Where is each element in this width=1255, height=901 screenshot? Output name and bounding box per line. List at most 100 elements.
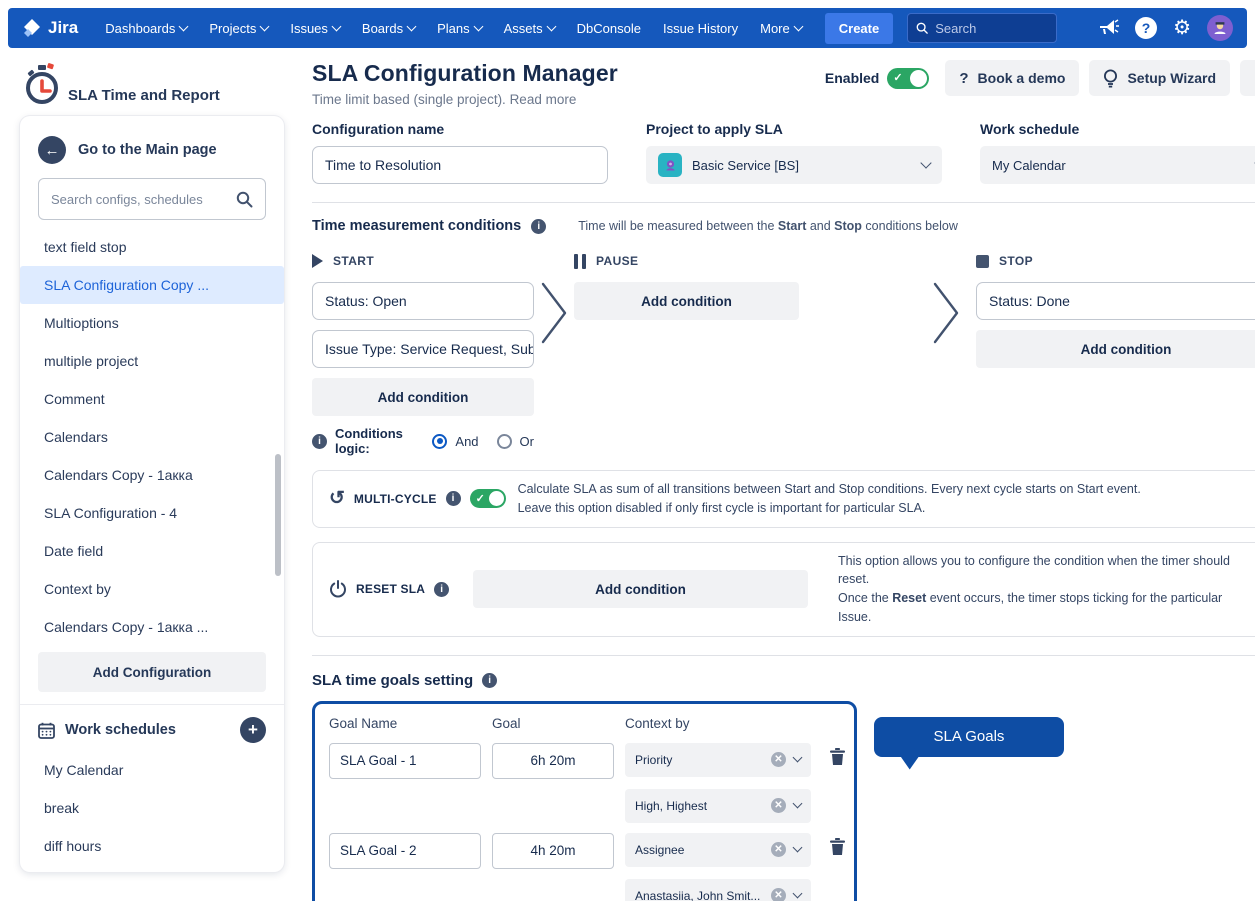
sidebar-scrollbar[interactable] [275, 454, 281, 576]
config-item[interactable]: Context by [20, 570, 284, 608]
context-field-select[interactable]: Priority ✕ [625, 743, 811, 777]
sidebar-search[interactable] [38, 178, 266, 220]
enabled-toggle[interactable]: ✓ [887, 68, 929, 89]
settings-gear-icon[interactable]: ⚙ [1173, 18, 1191, 38]
clear-icon[interactable]: ✕ [771, 798, 786, 813]
app-logo: SLA Time and Report [20, 58, 284, 116]
chevron-down-icon [793, 799, 803, 809]
nav-search-input[interactable] [935, 21, 1048, 36]
chevron-down-icon [920, 157, 931, 168]
nav-projects[interactable]: Projects [200, 15, 277, 42]
sidebar-search-input[interactable] [51, 192, 228, 207]
more-options-button[interactable]: ⋮ [1240, 60, 1255, 96]
delete-goal-button[interactable] [822, 833, 852, 863]
goal-name-input[interactable] [329, 833, 481, 869]
clear-icon[interactable]: ✕ [771, 752, 786, 767]
jira-logo-text: Jira [48, 18, 78, 38]
chevron-down-icon [179, 22, 189, 32]
back-arrow-icon: ← [38, 136, 66, 164]
config-item[interactable]: Date field [20, 532, 284, 570]
project-select[interactable]: Basic Service [BS] [646, 146, 942, 184]
logic-or-radio[interactable] [497, 434, 512, 449]
schedule-item[interactable]: diff hours [20, 827, 284, 865]
nav-dbconsole[interactable]: DbConsole [568, 15, 650, 42]
reset-sla-label: RESET SLA [356, 582, 425, 596]
jira-logo[interactable]: Jira [22, 18, 78, 38]
config-item[interactable]: Calendars Copy - 1акка [20, 456, 284, 494]
pause-add-condition-button[interactable]: Add condition [574, 282, 799, 320]
info-icon[interactable]: i [434, 582, 449, 597]
start-label: START [333, 254, 374, 268]
sla-goals-box: Goal Name Goal Context by Priority ✕ [312, 701, 857, 901]
project-label: Project to apply SLA [646, 121, 942, 137]
book-demo-button[interactable]: ? Book a demo [945, 60, 1079, 96]
config-item[interactable]: Calendars Copy - 1акка ... [20, 608, 284, 646]
start-add-condition-button[interactable]: Add condition [312, 378, 534, 416]
clear-icon[interactable]: ✕ [771, 888, 786, 901]
trash-icon [829, 747, 846, 766]
delete-goal-button[interactable] [822, 743, 852, 773]
reset-add-condition-button[interactable]: Add condition [473, 570, 808, 608]
stop-add-condition-button[interactable]: Add condition [976, 330, 1255, 368]
chevron-down-icon [260, 22, 270, 32]
nav-more[interactable]: More [751, 15, 811, 42]
nav-issues[interactable]: Issues [281, 15, 349, 42]
setup-wizard-button[interactable]: Setup Wizard [1089, 60, 1230, 96]
config-item[interactable]: Calendars [20, 418, 284, 456]
work-schedule-select[interactable]: My Calendar [980, 146, 1255, 184]
nav-plans[interactable]: Plans [428, 15, 491, 42]
conditions-hint: Time will be measured between the Start … [578, 219, 958, 233]
clear-icon[interactable]: ✕ [771, 842, 786, 857]
nav-dashboards[interactable]: Dashboards [96, 15, 196, 42]
start-condition[interactable]: Status: Open [312, 282, 534, 320]
info-icon[interactable]: i [482, 673, 497, 688]
multi-cycle-toggle[interactable]: ✓ [470, 489, 506, 508]
config-item[interactable]: Multioptions [20, 304, 284, 342]
info-icon[interactable]: i [312, 434, 327, 449]
user-avatar[interactable] [1207, 15, 1233, 41]
create-button[interactable]: Create [825, 13, 893, 44]
config-item[interactable]: Comment [20, 380, 284, 418]
config-item[interactable]: SLA Configuration - 4 [20, 494, 284, 532]
project-avatar [658, 153, 682, 177]
logic-and-radio[interactable] [432, 434, 447, 449]
schedule-item[interactable]: My Calendar [20, 751, 284, 789]
goal-value-input[interactable] [492, 833, 614, 869]
context-column-header: Context by [625, 716, 811, 733]
config-item-selected[interactable]: SLA Configuration Copy ... [20, 266, 284, 304]
context-value-select[interactable]: High, Highest ✕ [625, 789, 811, 823]
nav-issue-history[interactable]: Issue History [654, 15, 747, 42]
context-value-select[interactable]: Anastasiia, John Smit... ✕ [625, 879, 811, 901]
goal-column-header: Goal [492, 716, 614, 733]
multi-cycle-label: MULTI-CYCLE [354, 492, 437, 506]
stop-condition[interactable]: Status: Done [976, 282, 1255, 320]
multi-cycle-card: ↺ MULTI-CYCLE i ✓ Calculate SLA as sum o… [312, 470, 1255, 528]
config-item[interactable]: multiple project [20, 342, 284, 380]
config-list: text field stop SLA Configuration Copy .… [20, 228, 284, 646]
schedule-item[interactable]: break [20, 789, 284, 827]
pause-icon [574, 254, 586, 269]
multi-cycle-description: Calculate SLA as sum of all transitions … [518, 480, 1141, 518]
chevron-down-icon [473, 22, 483, 32]
context-field-select[interactable]: Assignee ✕ [625, 833, 811, 867]
schedule-item[interactable]: tz -3 [20, 865, 284, 872]
config-item[interactable]: text field stop [20, 228, 284, 266]
nav-search[interactable] [907, 13, 1057, 43]
page-subtitle[interactable]: Time limit based (single project). Read … [312, 92, 618, 107]
sidebar-card: ← Go to the Main page text field stop SL… [20, 116, 284, 872]
config-name-input[interactable] [312, 146, 608, 184]
help-icon[interactable]: ? [1135, 17, 1157, 39]
divider [312, 202, 1255, 203]
info-icon[interactable]: i [531, 219, 546, 234]
announcements-icon[interactable] [1097, 18, 1119, 38]
info-icon[interactable]: i [446, 491, 461, 506]
nav-boards[interactable]: Boards [353, 15, 424, 42]
goal-value-input[interactable] [492, 743, 614, 779]
nav-assets[interactable]: Assets [495, 15, 564, 42]
back-to-main-link[interactable]: ← Go to the Main page [20, 132, 284, 178]
add-schedule-button[interactable]: + [240, 717, 266, 743]
add-configuration-button[interactable]: Add Configuration [38, 652, 266, 692]
start-condition[interactable]: Issue Type: Service Request, Sub-task, T… [312, 330, 534, 368]
goal-name-input[interactable] [329, 743, 481, 779]
chevron-down-icon [793, 889, 803, 899]
